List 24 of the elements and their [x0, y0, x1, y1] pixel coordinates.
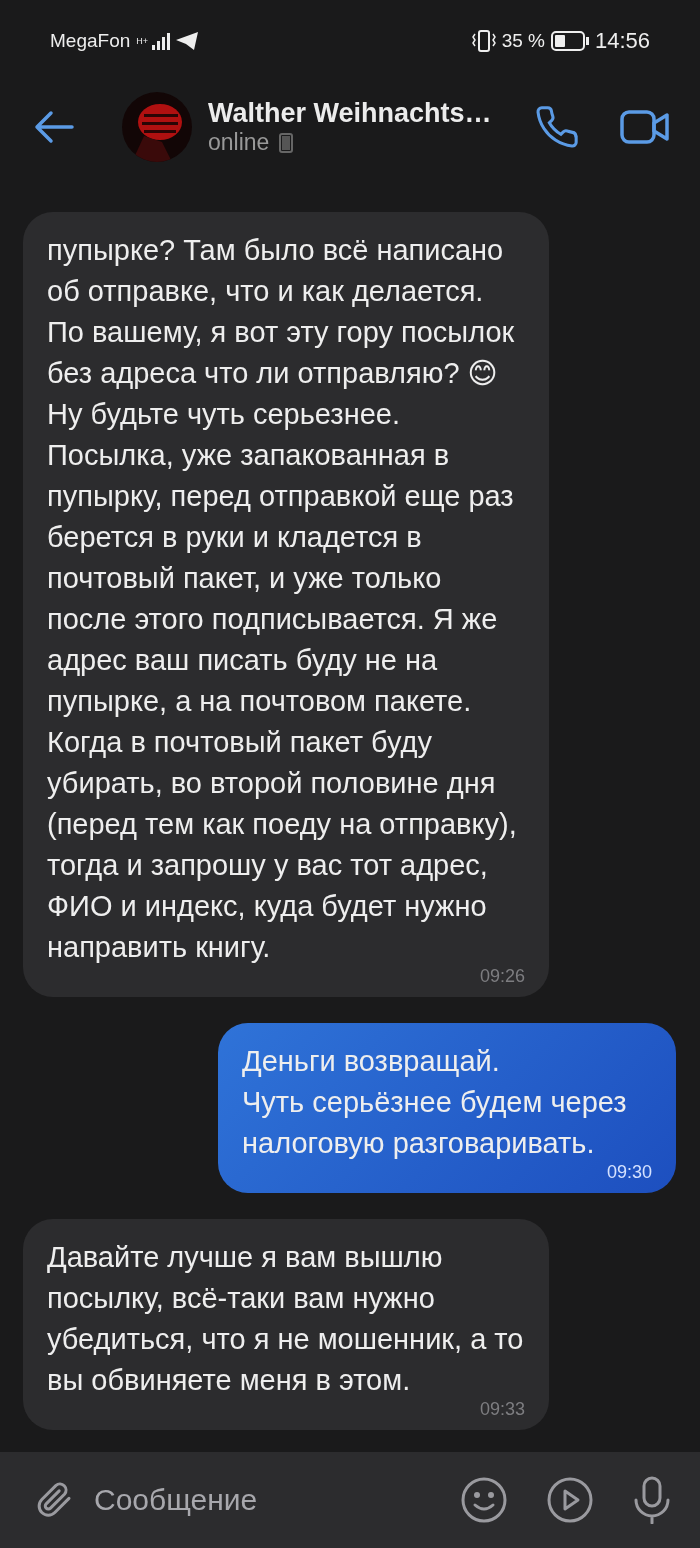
message-time: 09:30 — [606, 1162, 652, 1183]
carrier-name: MegaFon — [50, 30, 131, 52]
paper-plane-icon — [176, 32, 199, 50]
phone-device-icon — [279, 132, 294, 153]
video-message-button[interactable] — [546, 1476, 594, 1524]
back-button[interactable] — [34, 110, 74, 144]
contact-status: online — [208, 129, 270, 156]
message-time: 09:26 — [479, 966, 525, 987]
video-call-button[interactable] — [620, 109, 670, 145]
message-text: Деньги возвращай. Чуть серьёзнее будем через налоговую разговаривать. — [242, 1044, 628, 1161]
battery-icon — [550, 31, 589, 51]
microphone-button[interactable] — [632, 1476, 672, 1524]
call-button[interactable] — [534, 104, 580, 150]
message-text: Давайте лучше я вам вышлю посылку, всё-таки вам нужно убедиться, что я не мошенник, а то вы обвиняете меня в этом. — [47, 1240, 525, 1398]
signal-icon — [152, 32, 171, 50]
network-type: H+ — [136, 36, 147, 46]
battery-percent: 35 % — [501, 30, 545, 52]
clock-time: 14:56 — [594, 28, 650, 54]
emoji-button[interactable] — [460, 1476, 508, 1524]
message-input-field[interactable]: Сообщение — [92, 1482, 442, 1518]
message-text: пупырке? Там было всё написано об отправке, что и как делается. По вашему, я вот эту гору посылок без адреса что ли отправляю? 😊 Ну будьте чуть серьезнее. Посылка, уже запакованная в пупырку, перед отправкой еще раз берется в руки и кладется в почтовый пакет, и уже только после этого подписывается. Я же адрес ваш писать буду не на пупырке, а на почтовом пакете. Когда в почтовый пакет буду убирать, во второй половине дня (перед тем как поеду на отправку), тогда и запрошу у вас тот адрес, ФИО и индекс, куда будет нужно направить книгу. — [47, 233, 518, 965]
contact-name: Walther Weihnachts… — [208, 98, 493, 129]
vibrate-icon — [471, 30, 496, 52]
message-time: 09:33 — [479, 1399, 525, 1420]
